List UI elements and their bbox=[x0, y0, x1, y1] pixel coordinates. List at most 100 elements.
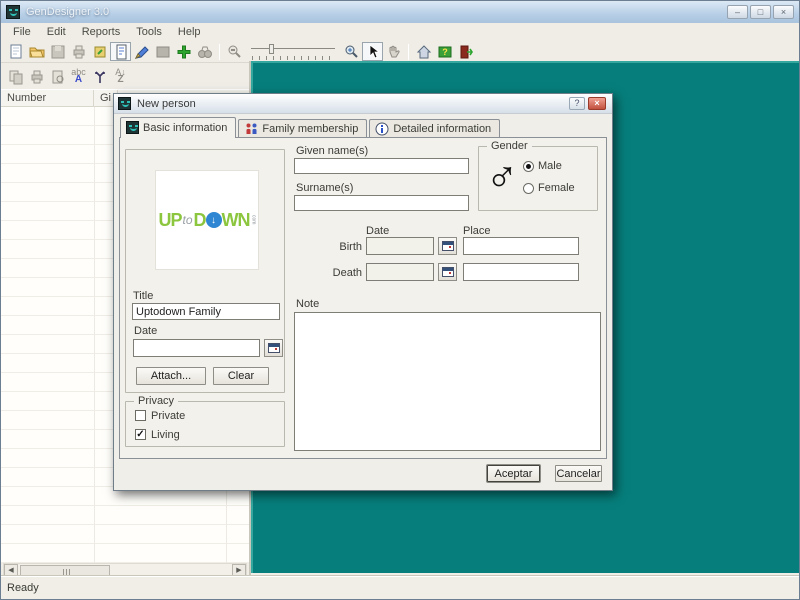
cancel-button[interactable]: Cancelar bbox=[555, 465, 602, 482]
person-picture[interactable]: UP to D ↓ WN com bbox=[155, 170, 259, 270]
birth-date-calendar-button[interactable] bbox=[438, 237, 457, 255]
print-icon[interactable] bbox=[68, 42, 89, 61]
menu-tools[interactable]: Tools bbox=[128, 24, 170, 40]
menu-file[interactable]: File bbox=[5, 24, 39, 40]
dialog-icon bbox=[118, 97, 131, 110]
image-icon[interactable] bbox=[152, 42, 173, 61]
help-book-icon[interactable]: ? bbox=[434, 42, 455, 61]
copy-icon[interactable] bbox=[5, 67, 26, 86]
dialog-titlebar: New person ? × bbox=[114, 94, 612, 114]
window-titlebar: GenDesigner 3.0 – □ × bbox=[1, 1, 799, 23]
zoom-slider-thumb[interactable] bbox=[269, 44, 274, 54]
birth-place-input[interactable] bbox=[463, 237, 579, 255]
dialog-title: New person bbox=[137, 97, 196, 110]
dialog-tabs: Basic information Family membership Deta… bbox=[120, 117, 502, 138]
surname-input[interactable] bbox=[294, 195, 469, 211]
find-binoculars-icon[interactable] bbox=[194, 42, 215, 61]
note-textarea[interactable] bbox=[294, 312, 601, 451]
menu-bar: File Edit Reports Tools Help bbox=[1, 23, 799, 41]
main-toolbar: ? bbox=[1, 41, 799, 63]
clear-button[interactable]: Clear bbox=[213, 367, 269, 385]
living-checkbox[interactable] bbox=[135, 429, 146, 440]
given-name-label: Given name(s) bbox=[296, 145, 369, 157]
picture-title-label: Title bbox=[133, 290, 154, 302]
place-column-header: Place bbox=[463, 225, 491, 237]
date-column-header: Date bbox=[366, 225, 390, 237]
close-button[interactable]: × bbox=[773, 5, 794, 19]
death-place-input[interactable] bbox=[463, 263, 579, 281]
pan-hand-icon[interactable] bbox=[383, 42, 404, 61]
male-radio-label[interactable]: Male bbox=[538, 160, 562, 172]
male-radio[interactable] bbox=[523, 161, 534, 172]
death-row-label: Death bbox=[332, 267, 362, 279]
given-name-input[interactable] bbox=[294, 158, 469, 174]
toolbar-separator bbox=[219, 43, 220, 60]
gender-group: Gender ♂ Male Female bbox=[478, 140, 598, 211]
picture-date-calendar-button[interactable] bbox=[264, 339, 283, 357]
maximize-button[interactable]: □ bbox=[750, 5, 771, 19]
picture-date-label: Date bbox=[134, 325, 158, 337]
female-radio-label[interactable]: Female bbox=[538, 182, 575, 194]
logo-text: D bbox=[193, 209, 207, 230]
logo-text: WN bbox=[221, 209, 251, 230]
surname-label: Surname(s) bbox=[296, 182, 354, 194]
pointer-cursor-icon[interactable] bbox=[362, 42, 383, 61]
window-title: GenDesigner 3.0 bbox=[26, 6, 110, 18]
tab-family-membership[interactable]: Family membership bbox=[238, 119, 368, 137]
export-icon[interactable] bbox=[89, 42, 110, 61]
exit-door-icon[interactable] bbox=[455, 42, 476, 61]
open-file-icon[interactable] bbox=[26, 42, 47, 61]
private-checkbox[interactable] bbox=[135, 410, 146, 421]
tab-detailed-information[interactable]: Detailed information bbox=[369, 119, 501, 137]
edit-pencil-icon[interactable] bbox=[131, 42, 152, 61]
list-toolbar: abc A A↓ Z bbox=[1, 64, 249, 89]
zoom-in-icon[interactable] bbox=[341, 42, 362, 61]
column-header-number[interactable]: Number bbox=[1, 90, 94, 106]
save-icon[interactable] bbox=[47, 42, 68, 61]
report-icon[interactable] bbox=[110, 42, 131, 61]
logo-text: UP bbox=[158, 209, 182, 230]
app-icon bbox=[6, 5, 20, 19]
new-person-dialog: New person ? × Basic information Family … bbox=[113, 93, 613, 491]
dialog-actions: Aceptar Cancelar bbox=[114, 459, 612, 492]
death-date-calendar-button[interactable] bbox=[438, 263, 457, 281]
logo-text: to bbox=[182, 213, 193, 227]
female-radio[interactable] bbox=[523, 183, 534, 194]
logo-text: com bbox=[250, 215, 257, 225]
note-label: Note bbox=[296, 298, 320, 310]
new-document-icon[interactable] bbox=[5, 42, 26, 61]
birth-date-input[interactable] bbox=[366, 237, 434, 255]
privacy-group: Privacy Private Living bbox=[125, 395, 285, 447]
dialog-close-button[interactable]: × bbox=[588, 97, 606, 110]
accept-button[interactable]: Aceptar bbox=[487, 465, 540, 482]
info-icon bbox=[375, 122, 389, 135]
application-window: GenDesigner 3.0 – □ × File Edit Reports … bbox=[0, 0, 800, 600]
zoom-slider[interactable] bbox=[249, 43, 337, 60]
home-icon[interactable] bbox=[413, 42, 434, 61]
picture-date-input[interactable] bbox=[133, 339, 260, 357]
uptodown-arrow-icon: ↓ bbox=[205, 212, 222, 228]
dialog-help-button[interactable]: ? bbox=[569, 97, 585, 110]
private-checkbox-label[interactable]: Private bbox=[151, 410, 185, 422]
menu-help[interactable]: Help bbox=[170, 24, 209, 40]
basic-information-page: UPtoD↓WNcom Title Date Attach... Clear P… bbox=[119, 137, 607, 459]
male-symbol-icon: ♂ bbox=[485, 151, 519, 200]
print-list-icon[interactable] bbox=[26, 67, 47, 86]
sort-az-icon[interactable]: A↓ Z bbox=[110, 67, 131, 86]
add-person-icon[interactable] bbox=[173, 42, 194, 61]
tree-view-icon[interactable] bbox=[89, 67, 110, 86]
death-date-input[interactable] bbox=[366, 263, 434, 281]
living-checkbox-label[interactable]: Living bbox=[151, 429, 180, 441]
attach-button[interactable]: Attach... bbox=[136, 367, 206, 385]
media-group: UPtoD↓WNcom Title Date Attach... Clear bbox=[125, 149, 285, 393]
zoom-slider-rail bbox=[251, 48, 335, 49]
tab-basic-information[interactable]: Basic information bbox=[120, 117, 237, 138]
page-preview-icon[interactable] bbox=[47, 67, 68, 86]
menu-reports[interactable]: Reports bbox=[74, 24, 129, 40]
menu-edit[interactable]: Edit bbox=[39, 24, 74, 40]
status-bar: Ready bbox=[1, 575, 799, 599]
spell-check-icon[interactable]: abc A bbox=[68, 67, 89, 86]
minimize-button[interactable]: – bbox=[727, 5, 748, 19]
picture-title-input[interactable] bbox=[132, 303, 280, 320]
zoom-out-icon[interactable] bbox=[224, 42, 245, 61]
